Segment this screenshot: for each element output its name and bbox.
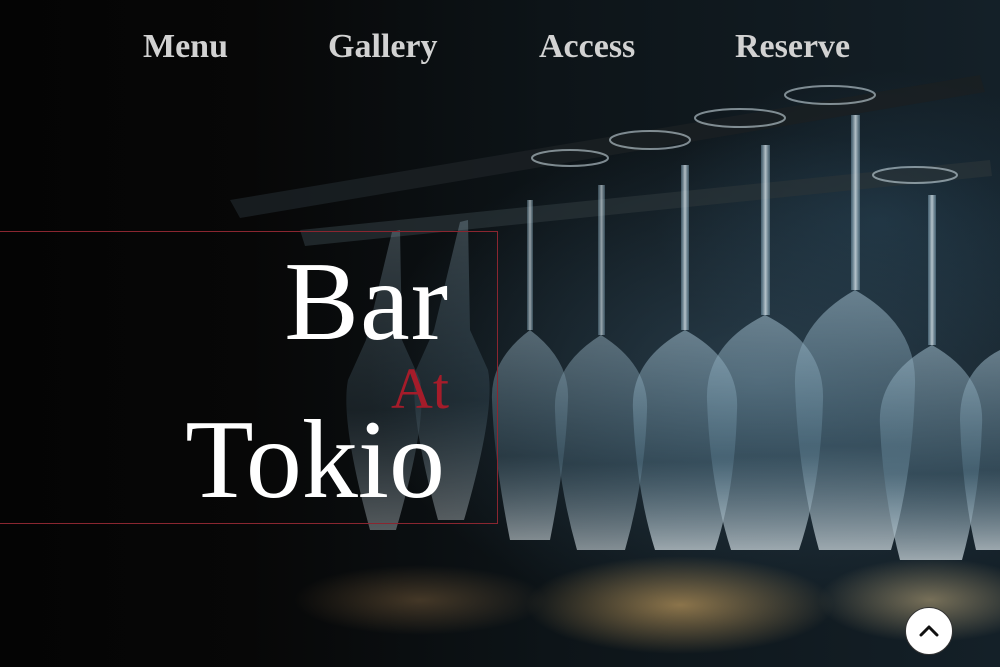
nav-link-menu[interactable]: Menu: [143, 24, 228, 70]
hero-logo-box: Bar At Tokio: [0, 231, 498, 524]
page: Menu Gallery Access Reserve Bar At Tokio: [0, 0, 1000, 667]
back-to-top-button[interactable]: [905, 607, 953, 655]
main-nav: Menu Gallery Access Reserve: [0, 24, 1000, 70]
logo-word-tokio: Tokio: [185, 398, 445, 522]
nav-link-gallery[interactable]: Gallery: [328, 24, 438, 70]
nav-link-access[interactable]: Access: [539, 24, 635, 70]
logo-word-bar: Bar: [284, 240, 449, 364]
chevron-up-icon: [919, 625, 939, 637]
nav-link-reserve[interactable]: Reserve: [735, 24, 850, 70]
